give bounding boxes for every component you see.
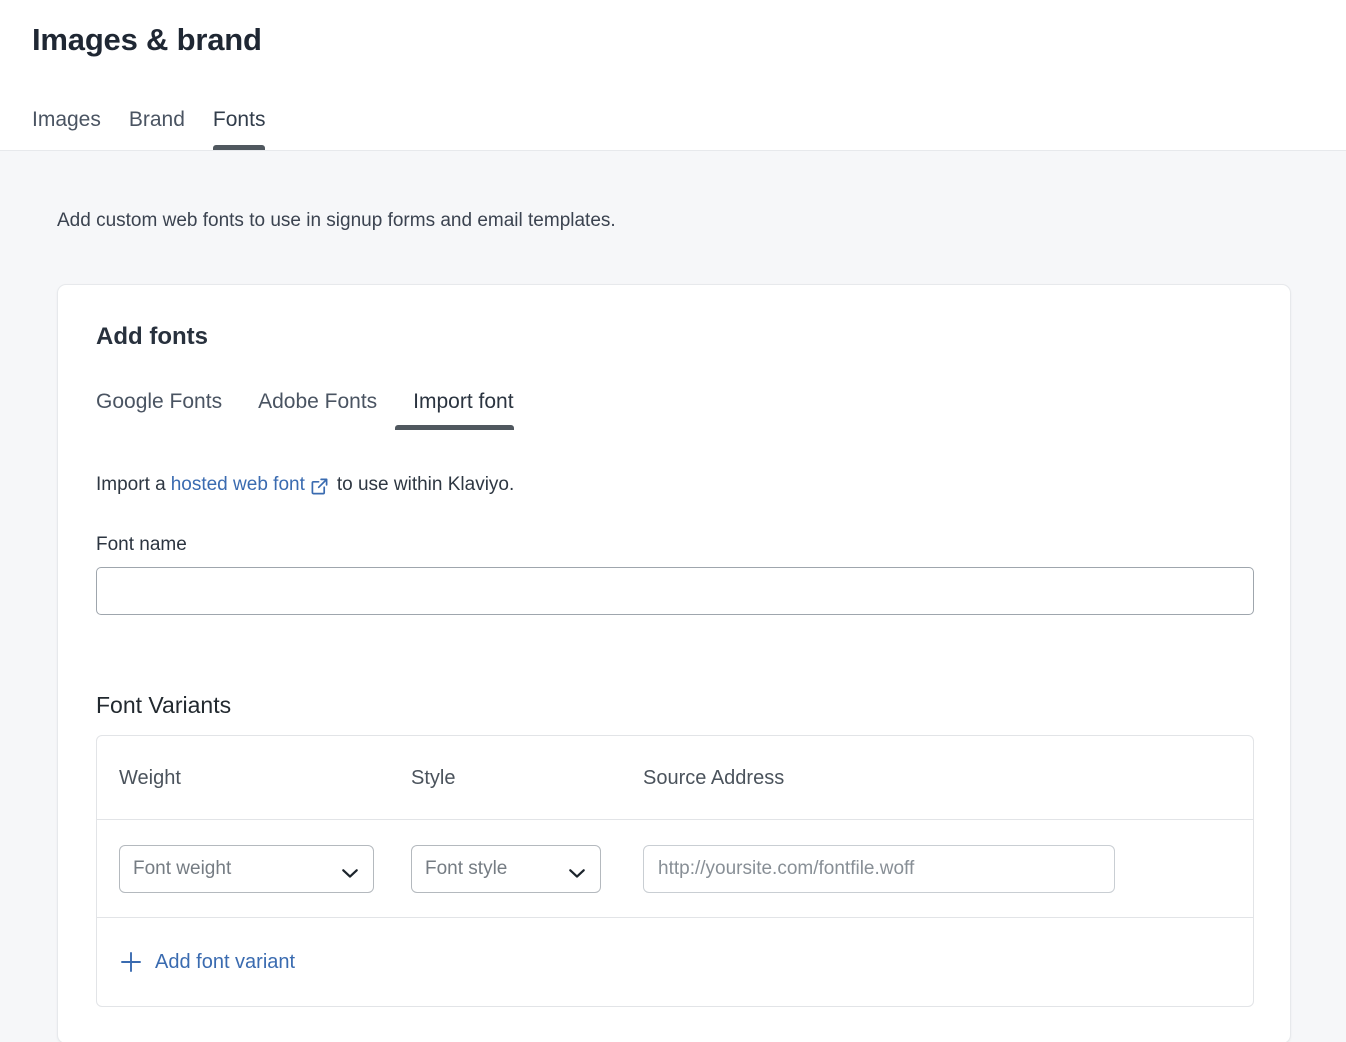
subtab-import-font[interactable]: Import font <box>395 388 531 430</box>
subtab-google-fonts[interactable]: Google Fonts <box>96 388 240 430</box>
external-link-icon[interactable] <box>310 477 329 496</box>
cell-weight: Font weight <box>119 845 411 893</box>
font-weight-select-wrapper: Font weight <box>119 845 374 893</box>
font-weight-select[interactable]: Font weight <box>119 845 374 893</box>
subtab-import-font-label: Import font <box>413 390 513 413</box>
card-title: Add fonts <box>96 321 1252 353</box>
font-variants-label: Font Variants <box>96 690 1252 720</box>
tab-images[interactable]: Images <box>32 106 115 150</box>
plus-icon <box>119 950 143 974</box>
tab-fonts[interactable]: Fonts <box>199 106 280 150</box>
add-font-variant-button[interactable]: Add font variant <box>119 949 295 975</box>
primary-tabstrip: Images Brand Fonts <box>32 106 279 150</box>
table-header-row: Weight Style Source Address <box>97 736 1253 820</box>
subtab-adobe-fonts[interactable]: Adobe Fonts <box>240 388 395 430</box>
tab-fonts-label: Fonts <box>213 108 266 131</box>
tab-images-label: Images <box>32 108 101 131</box>
main-content: Add custom web fonts to use in signup fo… <box>0 151 1346 1042</box>
import-instruction-prefix: Import a <box>96 472 166 498</box>
font-name-label: Font name <box>96 532 1252 558</box>
subtab-google-fonts-label: Google Fonts <box>96 390 222 413</box>
font-source-tabstrip: Google Fonts Adobe Fonts Import font <box>96 388 1252 430</box>
intro-text: Add custom web fonts to use in signup fo… <box>32 151 1314 234</box>
font-variants-table: Weight Style Source Address Font weight <box>96 735 1254 1007</box>
font-style-select-wrapper: Font style <box>411 845 601 893</box>
table-row: Font weight Font style <box>97 820 1253 918</box>
add-fonts-card: Add fonts Google Fonts Adobe Fonts Impor… <box>57 284 1291 1042</box>
tab-brand[interactable]: Brand <box>115 106 199 150</box>
page-header: Images & brand Images Brand Fonts <box>0 0 1346 151</box>
hosted-web-font-link[interactable]: hosted web font <box>171 472 305 498</box>
column-header-style: Style <box>411 765 643 791</box>
subtab-adobe-fonts-label: Adobe Fonts <box>258 390 377 413</box>
import-instruction: Import a hosted web font to use within K… <box>96 472 1252 498</box>
column-header-source-address: Source Address <box>643 765 1231 791</box>
cell-style: Font style <box>411 845 643 893</box>
import-instruction-suffix: to use within Klaviyo. <box>337 472 514 498</box>
page-title: Images & brand <box>32 0 1346 60</box>
font-name-input[interactable] <box>96 567 1254 615</box>
table-footer: Add font variant <box>97 918 1253 1006</box>
column-header-weight: Weight <box>119 765 411 791</box>
font-style-select[interactable]: Font style <box>411 845 601 893</box>
cell-source-address <box>643 845 1231 893</box>
tab-brand-label: Brand <box>129 108 185 131</box>
source-address-input[interactable] <box>643 845 1115 893</box>
add-font-variant-label: Add font variant <box>155 949 295 975</box>
